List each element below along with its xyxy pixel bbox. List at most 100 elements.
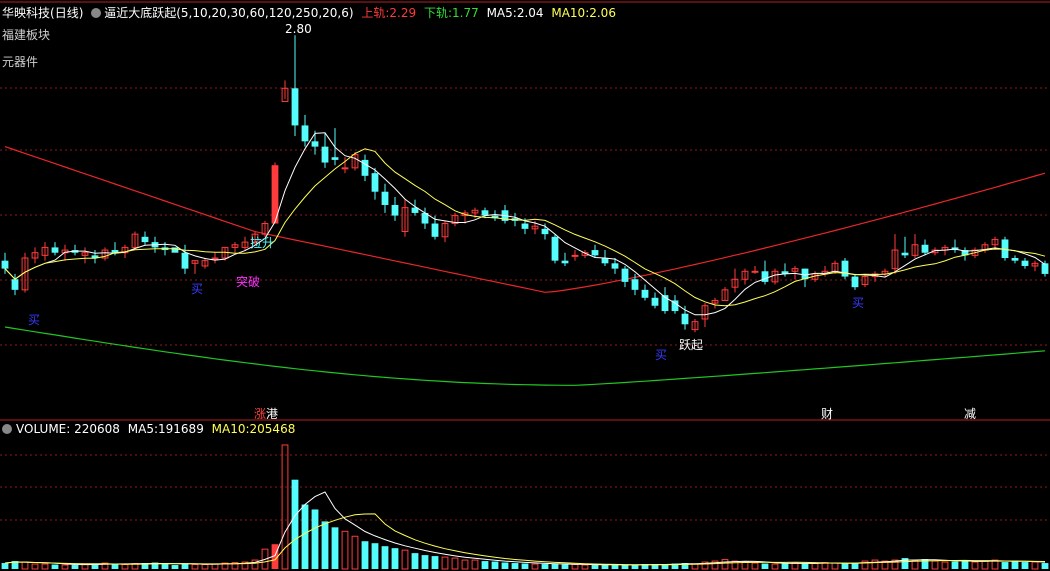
volume-bar — [121, 564, 129, 570]
volume-bar — [311, 509, 319, 569]
candle — [141, 231, 149, 245]
candle — [1021, 258, 1029, 269]
volume-bar — [981, 560, 989, 570]
candle — [561, 252, 569, 266]
volume-bar — [361, 541, 369, 569]
volume-bar — [521, 563, 529, 569]
indicator-params: (5,10,20,30,60,120,250,20,6) — [176, 6, 354, 20]
candle-body — [321, 146, 329, 163]
volume-bar — [381, 546, 389, 569]
volume-collapse-icon[interactable] — [2, 424, 12, 434]
candle — [361, 154, 369, 182]
volume-bar — [781, 563, 789, 569]
candle — [921, 239, 929, 256]
volume-bar — [791, 562, 799, 570]
lower-band-line — [4, 326, 1046, 386]
volume-bar — [741, 561, 749, 570]
volume-bar — [1031, 561, 1039, 570]
candle — [1031, 260, 1039, 272]
event-marker-finance[interactable]: 财 — [821, 405, 833, 422]
volume-bar — [1001, 562, 1009, 569]
candle — [81, 247, 89, 264]
candle — [861, 273, 869, 288]
volume-bar — [471, 559, 479, 570]
period-label[interactable]: (日线) — [50, 6, 83, 20]
volume-bar — [301, 504, 309, 569]
candle — [491, 210, 499, 221]
ma5-value: 2.04 — [516, 6, 544, 20]
volume-bar — [631, 565, 639, 569]
candle — [301, 114, 309, 147]
candle-body — [651, 297, 659, 306]
volume-bar — [71, 565, 79, 569]
buy-signal-3: 买 — [655, 348, 668, 362]
volume-bar — [1041, 563, 1049, 569]
volume-bar — [401, 549, 409, 570]
event-marker-up[interactable]: 涨 — [254, 405, 266, 422]
ma10-value: 2.06 — [589, 6, 616, 20]
volume-bar — [511, 563, 519, 569]
candle-body — [631, 279, 639, 290]
volume-bar — [481, 561, 489, 569]
candle — [721, 287, 729, 301]
volume-header: VOLUME: 220608 MA5:191689 MA10:205468 — [2, 421, 295, 437]
volume-bar — [461, 559, 469, 570]
candle — [201, 258, 209, 269]
volume-bar — [41, 563, 49, 570]
sector-label[interactable]: 福建板块 — [2, 26, 50, 43]
candle — [391, 197, 399, 221]
candle-body — [591, 250, 599, 256]
volume-bar — [661, 564, 669, 569]
volume-bar — [61, 564, 69, 570]
volume-bar — [371, 543, 379, 569]
upper-band-value: 2.29 — [389, 6, 417, 20]
candle-body — [381, 191, 389, 205]
volume-bar — [841, 563, 849, 569]
candle — [841, 258, 849, 280]
volume-ma10-line — [4, 513, 1046, 566]
volume-bar — [1021, 562, 1029, 569]
volume-ma5-label: MA5: — [127, 422, 159, 436]
candle-body — [601, 258, 609, 264]
candle-body — [291, 88, 299, 126]
candle — [321, 133, 329, 168]
volume-bar — [831, 562, 839, 570]
candle — [381, 183, 389, 213]
candle-body — [1021, 260, 1029, 266]
volume-bar — [531, 563, 539, 570]
volume-bar — [561, 564, 569, 569]
volume-bar — [1011, 561, 1019, 569]
collapse-icon[interactable] — [91, 8, 102, 18]
candle — [211, 252, 219, 264]
event-marker-reduce[interactable]: 减 — [964, 405, 976, 422]
candle-body — [181, 252, 189, 269]
candle-body — [841, 260, 849, 277]
volume-bar — [941, 561, 949, 570]
buy-signal-1: 买 — [28, 313, 41, 327]
candle-body — [1, 260, 9, 269]
industry-label[interactable]: 元器件 — [2, 53, 38, 70]
event-marker-hk[interactable]: 港 — [266, 405, 278, 422]
volume-bar — [51, 564, 59, 569]
candle — [1011, 255, 1019, 264]
volume-bar — [971, 561, 979, 570]
volume-bar — [621, 565, 629, 569]
ma10-label: MA10: — [551, 6, 590, 20]
volume-ma10-label: MA10: — [211, 422, 250, 436]
candle — [41, 242, 49, 261]
candle — [871, 271, 879, 282]
volume-label[interactable]: VOLUME: — [16, 422, 70, 436]
candle-body — [341, 167, 349, 170]
volume-bar — [191, 564, 199, 570]
tupo-signal: 突破 — [236, 275, 261, 289]
candle — [71, 244, 79, 256]
candle-body — [371, 173, 379, 192]
stock-name[interactable]: 华映科技 — [2, 6, 50, 20]
ma5-label: MA5: — [486, 6, 517, 20]
candle — [401, 199, 409, 237]
volume-bar — [1, 563, 9, 569]
indicator-name[interactable]: 逼近大底跃起 — [104, 6, 176, 20]
candle — [91, 250, 99, 264]
volume-series — [1, 444, 1049, 570]
volume-bar — [181, 563, 189, 569]
